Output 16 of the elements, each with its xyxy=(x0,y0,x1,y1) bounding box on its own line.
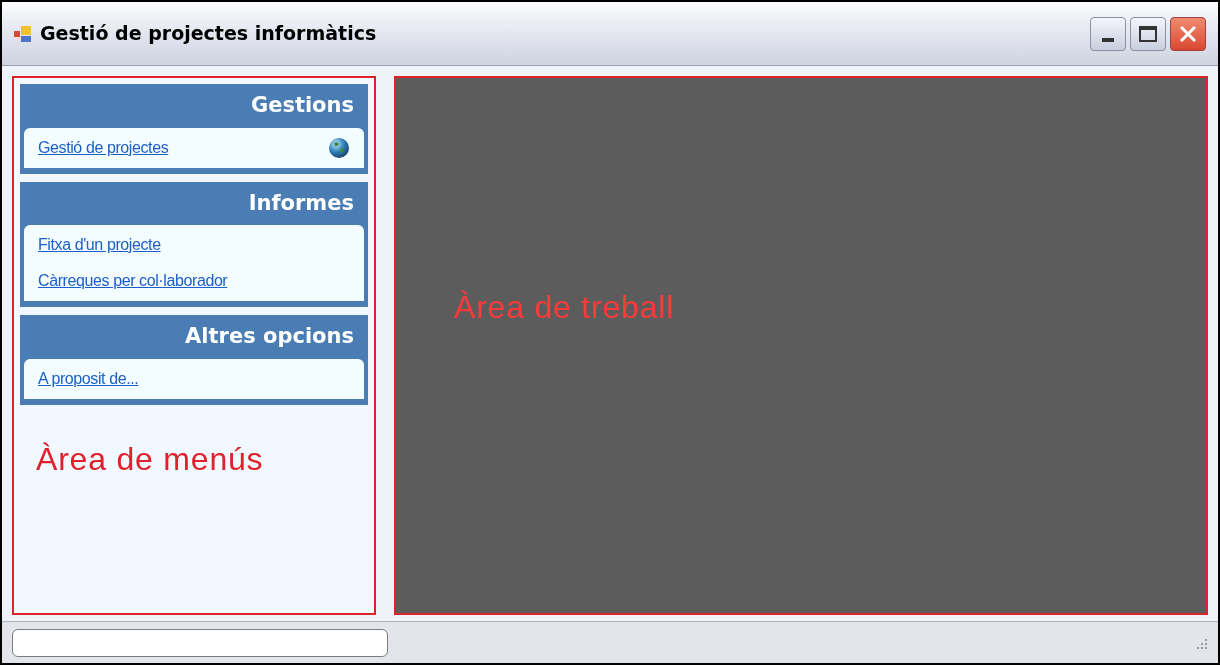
menu-link[interactable]: Càrreques per col·laborador xyxy=(38,269,228,293)
group-title: Informes xyxy=(247,189,355,217)
minimize-button[interactable] xyxy=(1090,16,1126,51)
app-icon xyxy=(14,25,32,42)
work-area-label: Àrea de treball xyxy=(454,288,676,327)
group-title: Altres opcions xyxy=(184,323,355,350)
close-button[interactable] xyxy=(1170,16,1206,51)
menu-link[interactable]: Fitxa d'un projecte xyxy=(38,233,161,257)
window-title: Gestió de projectes informàtics xyxy=(40,21,377,47)
globe-icon xyxy=(328,136,350,159)
menu-area-label: Àrea de menús xyxy=(36,439,265,479)
group-title: Gestions xyxy=(249,92,355,119)
close-icon xyxy=(1178,23,1198,44)
maximize-button[interactable] xyxy=(1130,16,1166,51)
menu-link[interactable]: Gestió de projectes xyxy=(38,135,169,160)
menu-link[interactable]: A proposit de... xyxy=(38,366,139,391)
